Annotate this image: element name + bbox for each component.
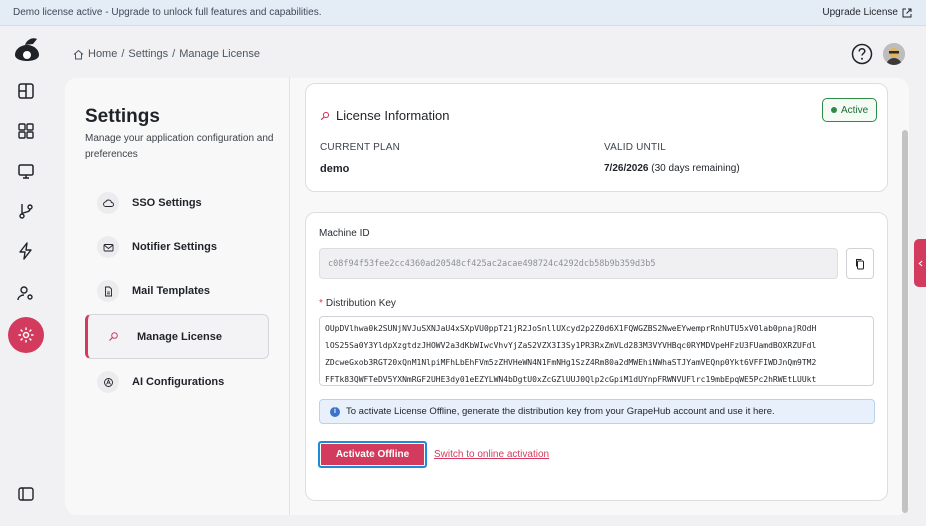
menu-item-sso-settings[interactable]: SSO Settings: [85, 181, 269, 225]
breadcrumb-separator: /: [172, 48, 176, 60]
info-message: i To activate License Offline, generate …: [319, 399, 875, 424]
menu-item-ai-configurations[interactable]: AI Configurations: [85, 360, 269, 404]
avatar-icon: [883, 43, 905, 65]
license-card-title: License Information: [320, 108, 449, 123]
license-banner: Demo license active - Upgrade to unlock …: [0, 0, 926, 26]
menu-item-label: Manage License: [137, 330, 222, 343]
switch-to-online-link[interactable]: Switch to online activation: [434, 449, 549, 460]
scrollbar[interactable]: [902, 130, 908, 513]
git-branch-icon: [19, 204, 33, 219]
breadcrumb-settings[interactable]: Settings: [128, 48, 168, 60]
status-text: Active: [841, 104, 869, 116]
cloud-key-icon: [97, 192, 119, 214]
settings-nav[interactable]: [8, 317, 44, 353]
breadcrumb-separator: /: [121, 48, 125, 60]
machine-id-label: Machine ID: [319, 228, 370, 239]
panel-divider: [289, 78, 290, 515]
menu-item-label: Mail Templates: [132, 285, 211, 297]
breadcrumb-current: Manage License: [179, 48, 260, 60]
chevron-left-icon: [917, 260, 922, 266]
home-icon: [73, 49, 84, 59]
distribution-key-line: OUpDVlhwa0k2SUNjNVJuSXNJaU4xSXpVU0ppT21j…: [325, 324, 817, 333]
apps-nav[interactable]: [8, 113, 44, 149]
ai-icon: [97, 371, 119, 393]
key-search-icon: [320, 111, 330, 120]
upgrade-license-link[interactable]: Upgrade License: [822, 7, 912, 18]
activate-offline-button[interactable]: Activate Offline: [318, 441, 427, 468]
menu-item-label: Notifier Settings: [132, 241, 217, 253]
dashboard-nav[interactable]: [8, 73, 44, 109]
menu-item-notifier-settings[interactable]: Notifier Settings: [85, 225, 269, 269]
distribution-key-textarea[interactable]: OUpDVlhwa0k2SUNjNVJuSXNJaU4xSXpVU0ppT21j…: [319, 316, 874, 386]
copy-icon: [856, 258, 864, 269]
menu-item-manage-license[interactable]: Manage License: [85, 314, 269, 359]
mail-icon: [97, 236, 119, 258]
offline-activation-card: Machine ID c08f94f53fee2cc4360ad20548cf4…: [305, 212, 888, 501]
menu-item-label: SSO Settings: [132, 197, 202, 209]
dashboard-icon: [18, 83, 34, 99]
document-icon: [97, 280, 119, 302]
app-logo-icon[interactable]: [11, 35, 43, 67]
side-drawer-tab[interactable]: [914, 239, 926, 287]
user-avatar[interactable]: [883, 43, 905, 65]
current-plan-value: demo: [320, 163, 350, 175]
sidebar-toggle-icon: [18, 487, 34, 501]
valid-until-label: VALID UNTIL: [604, 142, 667, 153]
user-gear-icon: [17, 286, 33, 301]
valid-until-value: 7/26/2026 (30 days remaining): [604, 163, 740, 174]
menu-item-mail-templates[interactable]: Mail Templates: [85, 269, 269, 313]
banner-message: Demo license active - Upgrade to unlock …: [13, 7, 322, 18]
menu-item-label: AI Configurations: [132, 376, 225, 388]
monitor-icon: [18, 164, 34, 179]
license-information-card: License Information Active CURRENT PLAN …: [305, 83, 888, 192]
status-dot-icon: [831, 107, 837, 113]
grid-icon: [18, 123, 34, 139]
key-search-icon: [102, 326, 124, 348]
license-title-text: License Information: [336, 108, 450, 123]
info-text: To activate License Offline, generate th…: [346, 406, 775, 417]
settings-panel: Settings Manage your application configu…: [65, 78, 909, 515]
valid-until-date: 7/26/2026: [604, 163, 649, 174]
automation-nav[interactable]: [8, 233, 44, 269]
status-badge: Active: [822, 98, 878, 122]
valid-until-remaining: (30 days remaining): [648, 163, 740, 174]
top-bar: Home / Settings / Manage License: [52, 26, 926, 78]
left-rail: [0, 26, 52, 526]
external-link-icon: [902, 8, 912, 17]
info-icon: i: [330, 406, 340, 417]
workflow-nav[interactable]: [8, 193, 44, 229]
machine-id-field: c08f94f53fee2cc4360ad20548cf425ac2acae49…: [319, 248, 838, 279]
help-icon[interactable]: [851, 43, 873, 65]
upgrade-license-label: Upgrade License: [822, 7, 898, 18]
breadcrumb-home[interactable]: Home: [88, 48, 117, 60]
gear-icon: [18, 327, 34, 343]
breadcrumb: Home / Settings / Manage License: [73, 48, 260, 60]
distribution-key-line: ZDcweGxob3RGT20xQnM1NlpiMFhLbEhFVm5zZHVH…: [325, 358, 817, 367]
distribution-key-line: FFTk83QWFTeDV5YXNmRGF2UHE3dy01eEZYLWN4bD…: [325, 375, 817, 384]
user-settings-nav[interactable]: [8, 275, 44, 311]
distribution-key-label: * Distribution Key: [319, 298, 396, 309]
page-title: Settings: [85, 106, 160, 127]
distribution-key-line: lOS25Sa0Y3YldpXzgtdzJHOWV2a3dKbWIwcVhvYj…: [325, 341, 817, 350]
copy-machine-id-button[interactable]: [846, 248, 874, 279]
distribution-key-label-text: Distribution Key: [325, 298, 396, 309]
current-plan-label: CURRENT PLAN: [320, 142, 401, 153]
lightning-icon: [19, 242, 32, 260]
required-asterisk: *: [319, 298, 323, 309]
collapse-sidebar-button[interactable]: [8, 476, 44, 512]
page-subtitle: Manage your application configuration an…: [85, 133, 274, 160]
monitor-nav[interactable]: [8, 153, 44, 189]
